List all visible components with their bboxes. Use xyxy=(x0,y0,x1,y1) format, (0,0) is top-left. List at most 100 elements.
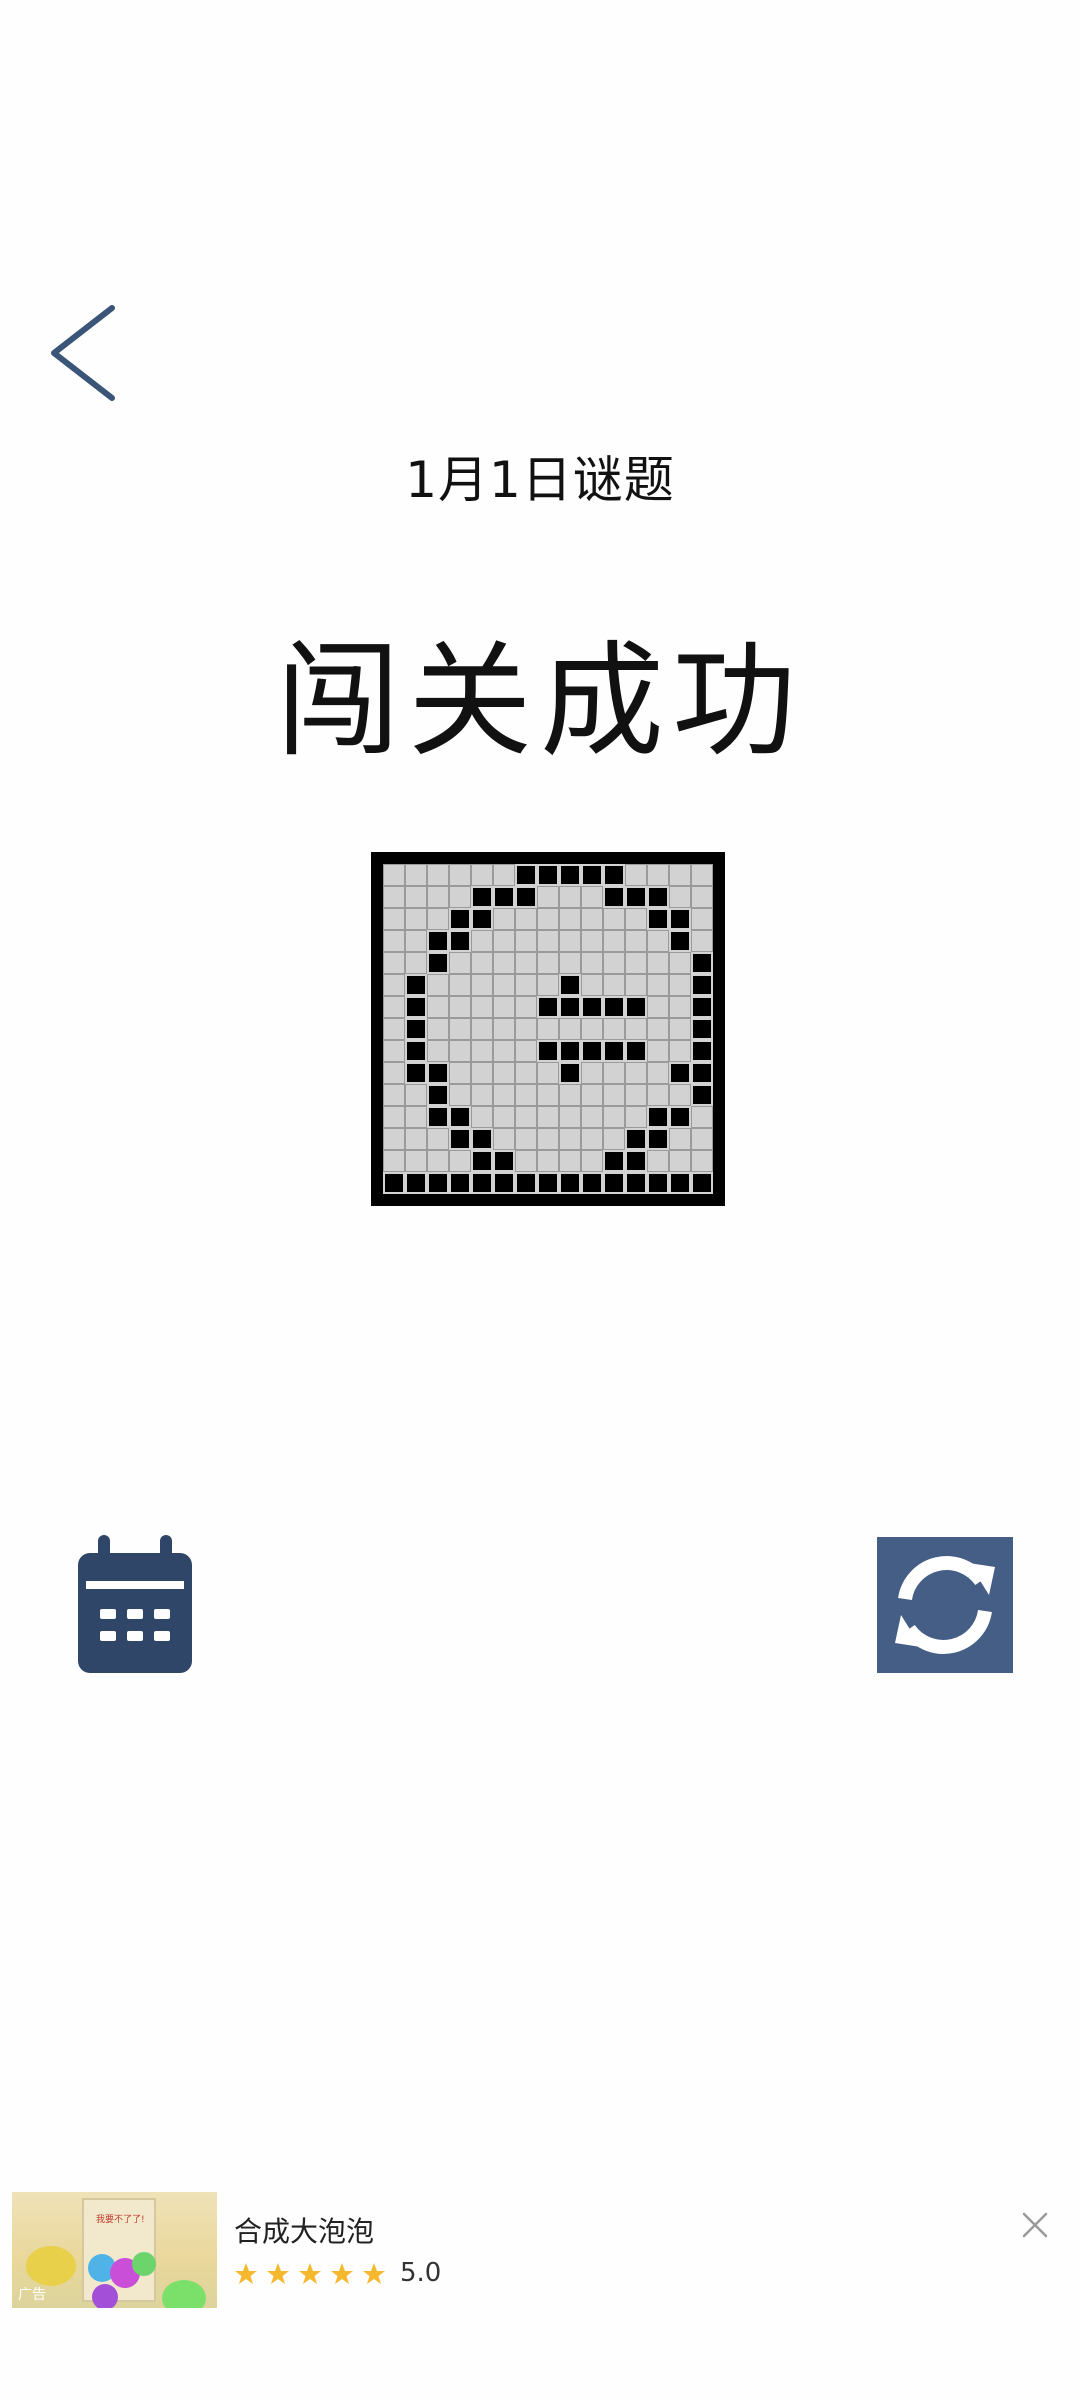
grid-cell-empty xyxy=(427,908,449,930)
grid-cell-empty xyxy=(625,864,647,886)
grid-cell-filled xyxy=(669,908,691,930)
grid-cell-empty xyxy=(471,930,493,952)
grid-cell-empty xyxy=(405,908,427,930)
grid-cell-empty xyxy=(449,1040,471,1062)
grid-cell-filled xyxy=(471,908,493,930)
refresh-button[interactable] xyxy=(877,1537,1013,1673)
ad-thumbnail[interactable]: 我要不了了! 广告 xyxy=(12,2192,217,2308)
grid-cell-empty xyxy=(559,930,581,952)
grid-cell-filled xyxy=(471,1172,493,1194)
grid-cell-filled xyxy=(427,1106,449,1128)
grid-cell-empty xyxy=(383,864,405,886)
thumb-ball xyxy=(162,2280,206,2308)
grid-cell-empty xyxy=(669,1150,691,1172)
star-icon xyxy=(299,2263,321,2284)
grid-cell-filled xyxy=(515,886,537,908)
grid-cell-filled xyxy=(581,1172,603,1194)
thumb-ball xyxy=(132,2252,156,2276)
grid-cell-empty xyxy=(515,908,537,930)
grid-cell-empty xyxy=(559,1150,581,1172)
grid-cell-empty xyxy=(647,1084,669,1106)
grid-cell-filled xyxy=(537,996,559,1018)
grid-cell-filled xyxy=(449,1172,471,1194)
puzzle-result-screen: 1月1日谜题 闯关成功 我要不了了! 广告 合成大泡泡 5.0 xyxy=(0,0,1080,2400)
grid-cell-filled xyxy=(405,1018,427,1040)
ad-banner[interactable]: 我要不了了! 广告 合成大泡泡 5.0 xyxy=(0,2180,1080,2330)
grid-cell-empty xyxy=(405,1084,427,1106)
grid-cell-empty xyxy=(669,1018,691,1040)
grid-cell-empty xyxy=(669,974,691,996)
grid-cell-filled xyxy=(405,1040,427,1062)
grid-cell-filled xyxy=(625,1040,647,1062)
grid-cell-empty xyxy=(647,930,669,952)
grid-cell-empty xyxy=(537,974,559,996)
grid-cell-empty xyxy=(581,1062,603,1084)
grid-cell-empty xyxy=(449,1084,471,1106)
grid-cell-empty xyxy=(581,1106,603,1128)
grid-cell-empty xyxy=(383,1018,405,1040)
ad-title[interactable]: 合成大泡泡 xyxy=(234,2210,374,2250)
grid-cell-empty xyxy=(669,996,691,1018)
grid-cell-filled xyxy=(691,1018,713,1040)
grid-cell-filled xyxy=(691,996,713,1018)
grid-cell-empty xyxy=(493,952,515,974)
grid-cell-empty xyxy=(537,1062,559,1084)
grid-cell-empty xyxy=(581,1084,603,1106)
grid-cell-empty xyxy=(493,908,515,930)
grid-cell-filled xyxy=(537,864,559,886)
grid-cell-empty xyxy=(449,974,471,996)
grid-cell-filled xyxy=(493,1150,515,1172)
back-button[interactable] xyxy=(40,300,130,410)
grid-cell-empty xyxy=(515,1040,537,1062)
grid-cell-empty xyxy=(603,974,625,996)
grid-cell-empty xyxy=(471,1084,493,1106)
grid-cell-empty xyxy=(427,1150,449,1172)
grid-cell-filled xyxy=(647,1128,669,1150)
grid-cell-empty xyxy=(515,1084,537,1106)
grid-cell-empty xyxy=(493,996,515,1018)
ad-close-button[interactable] xyxy=(1020,2210,1050,2240)
grid-cell-empty xyxy=(559,952,581,974)
grid-cell-empty xyxy=(559,1084,581,1106)
grid-cell-empty xyxy=(647,974,669,996)
grid-cell-empty xyxy=(669,1040,691,1062)
grid-cell-empty xyxy=(493,1106,515,1128)
grid-cell-filled xyxy=(647,1172,669,1194)
grid-cell-filled xyxy=(449,930,471,952)
grid-cell-filled xyxy=(427,952,449,974)
grid-cell-filled xyxy=(603,1040,625,1062)
grid-cell-empty xyxy=(471,864,493,886)
grid-cell-empty xyxy=(383,1040,405,1062)
grid-cell-empty xyxy=(603,1128,625,1150)
grid-cell-empty xyxy=(515,996,537,1018)
grid-cell-empty xyxy=(537,1128,559,1150)
calendar-button[interactable] xyxy=(78,1535,192,1673)
star-icon xyxy=(235,2263,257,2284)
thumb-ball xyxy=(92,2284,118,2308)
grid-cell-empty xyxy=(603,1018,625,1040)
grid-cell-filled xyxy=(515,864,537,886)
grid-cell-empty xyxy=(647,996,669,1018)
grid-cell-filled xyxy=(625,886,647,908)
grid-cell-empty xyxy=(559,1128,581,1150)
grid-cell-empty xyxy=(471,996,493,1018)
grid-cell-empty xyxy=(471,1018,493,1040)
grid-cell-empty xyxy=(691,886,713,908)
grid-cell-empty xyxy=(603,1062,625,1084)
grid-cell-empty xyxy=(427,886,449,908)
grid-cell-empty xyxy=(581,886,603,908)
grid-cell-filled xyxy=(559,974,581,996)
grid-cell-filled xyxy=(405,996,427,1018)
grid-cell-empty xyxy=(383,930,405,952)
grid-cell-empty xyxy=(471,974,493,996)
grid-cell-filled xyxy=(427,1172,449,1194)
grid-cell-empty xyxy=(625,974,647,996)
grid-cell-filled xyxy=(515,1172,537,1194)
grid-cell-empty xyxy=(405,930,427,952)
grid-cell-filled xyxy=(427,930,449,952)
grid-cell-empty xyxy=(691,908,713,930)
grid-cell-empty xyxy=(537,1018,559,1040)
grid-cell-empty xyxy=(537,886,559,908)
grid-cell-empty xyxy=(405,864,427,886)
grid-cell-empty xyxy=(493,1062,515,1084)
